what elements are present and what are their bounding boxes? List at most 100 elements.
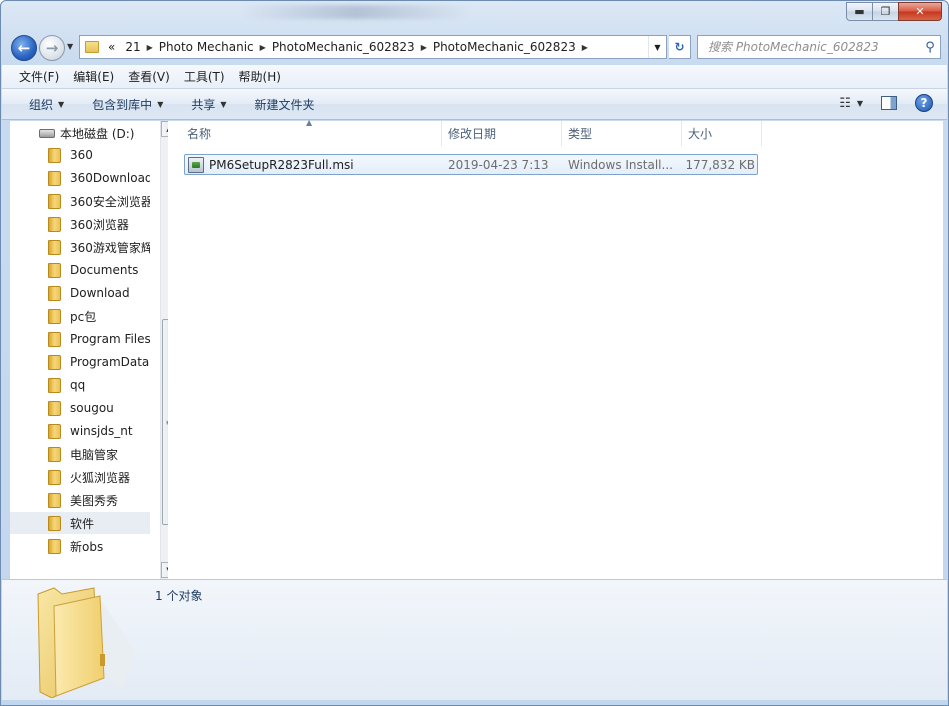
breadcrumb-separator-icon[interactable]: ▶ bbox=[420, 43, 428, 52]
folder-icon bbox=[48, 331, 61, 347]
column-header-size[interactable]: 大小 bbox=[682, 121, 762, 146]
caption-buttons: ▬ ❐ ✕ bbox=[846, 2, 942, 21]
breadcrumb-separator-icon[interactable]: ▶ bbox=[146, 43, 154, 52]
breadcrumb-separator-icon[interactable]: ▶ bbox=[259, 43, 267, 52]
file-type: Windows Install... bbox=[568, 157, 673, 172]
folder-icon bbox=[48, 538, 61, 554]
minimize-button[interactable]: ▬ bbox=[846, 2, 872, 21]
column-header-date[interactable]: 修改日期 bbox=[442, 121, 562, 146]
forward-arrow-icon: → bbox=[45, 39, 59, 57]
folder-icon bbox=[48, 262, 61, 278]
tree-item-folder[interactable]: 360游戏管家辉 bbox=[10, 236, 150, 258]
share-button[interactable]: 共享 ▼ bbox=[181, 96, 236, 113]
address-dropdown-button[interactable]: ▼ bbox=[648, 36, 666, 58]
msi-installer-icon bbox=[188, 156, 204, 173]
column-size-label: 大小 bbox=[688, 127, 713, 141]
organize-button[interactable]: 组织 ▼ bbox=[19, 96, 74, 113]
back-arrow-icon: ← bbox=[17, 39, 31, 57]
forward-button[interactable]: → bbox=[39, 35, 65, 61]
tree-item-folder[interactable]: Documents bbox=[10, 259, 150, 281]
tree-item-folder[interactable]: 360 bbox=[10, 144, 150, 166]
file-name: PM6SetupR2823Full.msi bbox=[209, 157, 354, 172]
tree-item-folder[interactable]: 新obs bbox=[10, 535, 150, 557]
tree-item-folder[interactable]: 360Download bbox=[10, 167, 150, 189]
folder-icon bbox=[48, 308, 61, 324]
close-button[interactable]: ✕ bbox=[898, 2, 942, 21]
preview-pane-icon[interactable] bbox=[881, 96, 897, 110]
explorer-window: ▬ ❐ ✕ ← → ▼ « 21 ▶ Photo Mechanic ▶ Phot… bbox=[0, 0, 949, 706]
tree-item-folder[interactable]: 软件 bbox=[10, 512, 150, 534]
refresh-button[interactable]: ↻ bbox=[669, 35, 691, 59]
breadcrumb-separator-icon[interactable]: ▶ bbox=[581, 43, 589, 52]
new-folder-button[interactable]: 新建文件夹 bbox=[245, 96, 325, 113]
search-icon[interactable]: ⚲ bbox=[920, 40, 940, 55]
tree-item-folder[interactable]: Download bbox=[10, 282, 150, 304]
menu-edit[interactable]: 编辑(E) bbox=[66, 66, 121, 87]
column-date-label: 修改日期 bbox=[448, 127, 497, 141]
breadcrumb-item-21[interactable]: 21 bbox=[120, 40, 145, 54]
tree-item-label: 360安全浏览器 bbox=[70, 194, 150, 209]
search-input[interactable] bbox=[698, 39, 920, 55]
share-label: 共享 bbox=[191, 97, 216, 112]
include-in-library-button[interactable]: 包含到库中 ▼ bbox=[82, 96, 173, 113]
file-row[interactable]: PM6SetupR2823Full.msi 2019-04-23 7:13 Wi… bbox=[184, 154, 758, 175]
tree-item-label: Program Files bbox=[70, 332, 150, 346]
column-header-type[interactable]: 类型 bbox=[562, 121, 682, 146]
chevron-down-icon: ▼ bbox=[220, 99, 227, 109]
tree-item-folder[interactable]: 火狐浏览器 bbox=[10, 466, 150, 488]
menu-view[interactable]: 查看(V) bbox=[121, 66, 177, 87]
menu-file[interactable]: 文件(F) bbox=[12, 66, 66, 87]
tree-item-folder[interactable]: Program Files bbox=[10, 328, 150, 350]
column-type-label: 类型 bbox=[568, 127, 593, 141]
refresh-icon: ↻ bbox=[674, 40, 685, 54]
tree-item-label: 电脑管家 bbox=[70, 447, 119, 462]
breadcrumb-item-photo-mechanic[interactable]: Photo Mechanic bbox=[154, 40, 259, 54]
address-bar[interactable]: « 21 ▶ Photo Mechanic ▶ PhotoMechanic_60… bbox=[79, 35, 667, 59]
title-bar[interactable]: ▬ ❐ ✕ bbox=[1, 1, 948, 33]
navigation-bar: ← → ▼ « 21 ▶ Photo Mechanic ▶ PhotoMecha… bbox=[9, 33, 941, 61]
tree-item-folder[interactable]: 360安全浏览器 bbox=[10, 190, 150, 212]
details-pane: 1 个对象 bbox=[2, 579, 947, 700]
menu-tools[interactable]: 工具(T) bbox=[177, 66, 232, 87]
recent-pages-dropdown[interactable]: ▼ bbox=[67, 42, 73, 51]
chevron-down-icon: ▼ bbox=[58, 99, 65, 109]
tree-item-folder[interactable]: sougou bbox=[10, 397, 150, 419]
tree-item-folder[interactable]: winsjds_nt bbox=[10, 420, 150, 442]
column-header-name[interactable]: 名称 bbox=[181, 121, 442, 146]
back-button[interactable]: ← bbox=[11, 35, 37, 61]
tree-item-label: ProgramData bbox=[70, 355, 150, 369]
tree-item-label: 360游戏管家辉 bbox=[70, 240, 150, 255]
change-view-button[interactable]: ☷ ▼ bbox=[839, 96, 863, 111]
column-name-label: 名称 bbox=[187, 127, 212, 141]
tree-item-label: 软件 bbox=[70, 516, 95, 531]
drive-icon bbox=[39, 129, 55, 138]
chevron-down-icon: ▼ bbox=[157, 99, 164, 109]
tree-item-label: 火狐浏览器 bbox=[70, 470, 131, 485]
tree-item-folder[interactable]: ProgramData bbox=[10, 351, 150, 373]
tree-item-folder[interactable]: 美图秀秀 bbox=[10, 489, 150, 511]
menu-bar: 文件(F) 编辑(E) 查看(V) 工具(T) 帮助(H) bbox=[2, 65, 947, 89]
tree-item-label: 360浏览器 bbox=[70, 217, 129, 232]
file-list-pane: ▲ 名称 修改日期 类型 大小 PM6SetupR2823Full.msi 20… bbox=[168, 118, 943, 579]
tree-item-label: sougou bbox=[70, 401, 114, 415]
breadcrumb-item-photomechanic-1[interactable]: PhotoMechanic_602823 bbox=[267, 40, 420, 54]
drive-label: 本地磁盘 (D:) bbox=[60, 127, 135, 141]
item-count: 1 个对象 bbox=[155, 589, 203, 603]
menu-help[interactable]: 帮助(H) bbox=[232, 66, 288, 87]
folder-icon bbox=[48, 377, 61, 393]
maximize-button[interactable]: ❐ bbox=[872, 2, 898, 21]
file-date: 2019-04-23 7:13 bbox=[448, 157, 549, 172]
tree-item-folder[interactable]: pc包 bbox=[10, 305, 150, 327]
breadcrumb-item-photomechanic-2[interactable]: PhotoMechanic_602823 bbox=[428, 40, 581, 54]
chevron-down-icon: ▼ bbox=[856, 98, 863, 108]
folder-icon bbox=[48, 170, 61, 186]
command-bar: 组织 ▼ 包含到库中 ▼ 共享 ▼ 新建文件夹 ☷ ▼ ? bbox=[2, 89, 947, 120]
help-icon[interactable]: ? bbox=[915, 94, 933, 112]
tree-item-label: 360Download bbox=[70, 171, 150, 185]
tree-drive-d[interactable]: 本地磁盘 (D:) bbox=[39, 125, 134, 142]
tree-item-folder[interactable]: 电脑管家 bbox=[10, 443, 150, 465]
column-headers: ▲ 名称 修改日期 类型 大小 bbox=[168, 118, 943, 146]
tree-item-folder[interactable]: 360浏览器 bbox=[10, 213, 150, 235]
breadcrumb-overflow[interactable]: « bbox=[103, 40, 120, 54]
tree-item-folder[interactable]: qq bbox=[10, 374, 150, 396]
